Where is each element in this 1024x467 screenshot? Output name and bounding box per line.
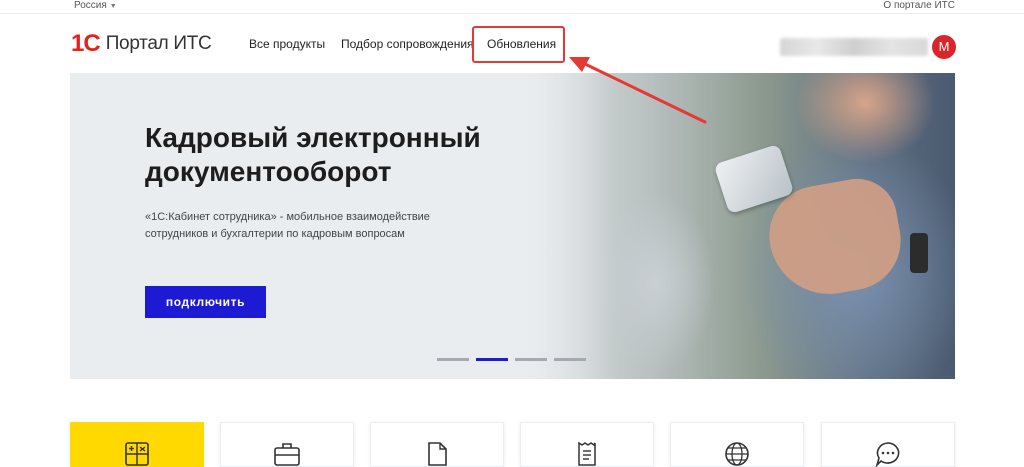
- tile-briefcase[interactable]: [220, 422, 354, 467]
- globe-icon: [725, 442, 749, 466]
- service-tiles: [70, 422, 955, 467]
- annotation-arrow-icon: [569, 57, 707, 124]
- calculator-icon: [125, 442, 149, 466]
- tile-chat[interactable]: [821, 422, 955, 467]
- chat-icon: [875, 442, 900, 467]
- tile-globe[interactable]: [670, 422, 804, 467]
- tile-calculator[interactable]: [70, 422, 204, 467]
- tile-receipt[interactable]: [520, 422, 654, 467]
- briefcase-icon: [274, 443, 300, 466]
- tile-document[interactable]: [370, 422, 504, 467]
- document-icon: [428, 442, 447, 466]
- receipt-icon: [578, 441, 596, 466]
